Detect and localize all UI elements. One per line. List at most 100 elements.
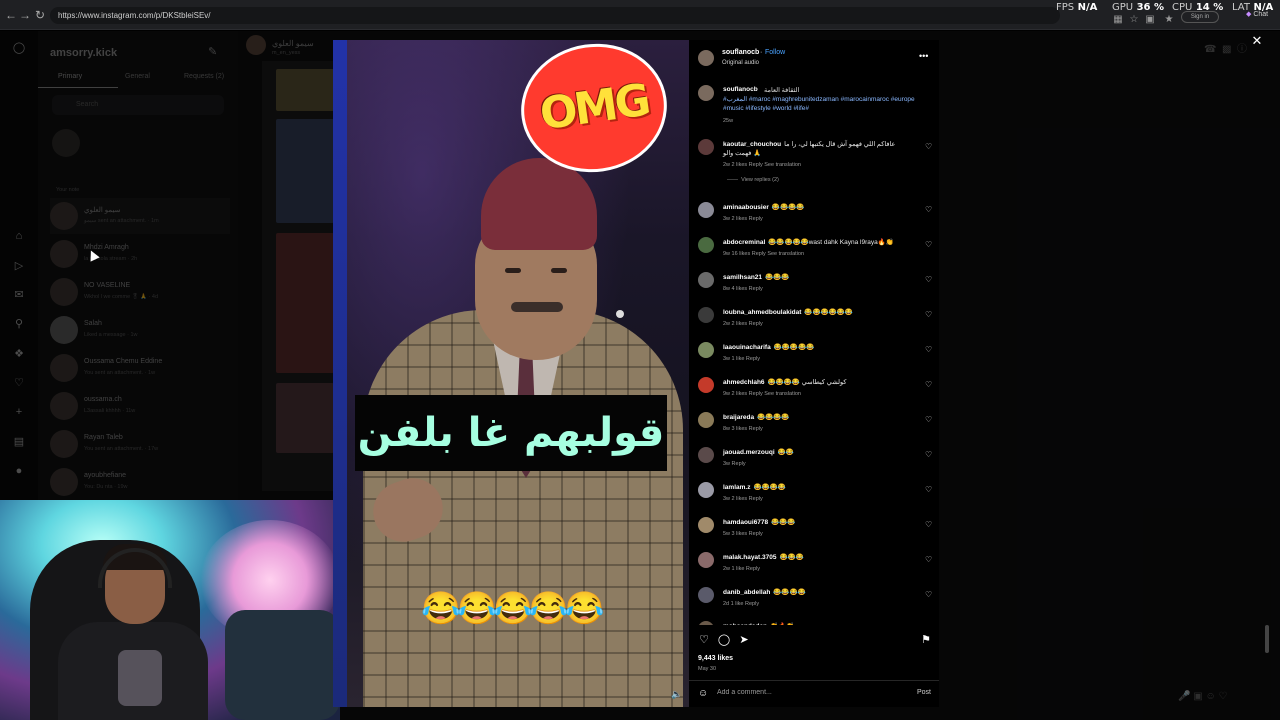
comment-username[interactable]: danib_abdellah <box>723 589 770 596</box>
comment-text: 😂😂😂😂 كولشي كيطاسي <box>767 379 847 386</box>
avatar[interactable] <box>698 552 714 568</box>
comment-username[interactable]: mohsendaden <box>723 623 767 625</box>
avatar[interactable] <box>698 412 714 428</box>
comment-meta[interactable]: 3w 2 likes Reply <box>723 216 763 222</box>
reel-video-player[interactable]: OMG قولبهم غا بلفن 😂😂😂😂😂 🔈 <box>333 40 689 707</box>
forward-arrow-icon[interactable]: → <box>18 8 32 22</box>
comment-meta[interactable]: 5w 3 likes Reply <box>723 531 763 537</box>
likes-count[interactable]: 9,443 likes <box>698 655 733 662</box>
comment-meta[interactable]: 8w 3 likes Reply <box>723 426 763 432</box>
extensions-icon[interactable]: ▦ <box>1112 14 1124 26</box>
comment-meta[interactable]: 2w 1 like Reply <box>723 566 760 572</box>
share-send-icon[interactable]: ➤ <box>737 633 751 647</box>
caption-age: 25w <box>723 118 734 124</box>
comment-username[interactable]: jaouad.merzouqi <box>723 449 775 456</box>
streamer-webcam-feed <box>0 500 340 720</box>
comment-username[interactable]: malak.hayat.3705 <box>723 554 776 561</box>
author-avatar[interactable] <box>698 50 714 66</box>
caption-author[interactable]: souflanocb <box>723 86 758 93</box>
comment-username[interactable]: laaouinacharifa <box>723 344 771 351</box>
reload-icon[interactable]: ↻ <box>33 8 47 22</box>
comment-meta[interactable]: 9w 2 likes Reply See translation <box>723 391 801 397</box>
comment-item: lamlam.z 😂😂😂😂 3w 2 likes Reply ♡ <box>689 479 939 513</box>
avatar[interactable] <box>698 139 714 155</box>
browser-toolbar: ← → ↻ https://www.instagram.com/p/DKStbl… <box>0 0 1280 30</box>
comments-list[interactable]: souflanocb الثقافة العامة #المغرب #maroc… <box>689 80 939 625</box>
chat-button[interactable]: ◆ Chat <box>1246 10 1276 22</box>
lapel-mic <box>616 310 624 318</box>
avatar[interactable] <box>698 202 714 218</box>
like-heart-icon[interactable]: ♡ <box>925 380 932 389</box>
like-heart-icon[interactable]: ♡ <box>925 555 932 564</box>
comment-username[interactable]: kaoutar_chouchou <box>723 141 781 148</box>
avatar[interactable] <box>698 517 714 533</box>
comment-username[interactable]: hamdaoui6778 <box>723 519 768 526</box>
post-comment-button[interactable]: Post <box>917 689 931 696</box>
comment-username[interactable]: aminaabousier <box>723 204 769 211</box>
like-heart-icon[interactable]: ♡ <box>925 624 932 625</box>
comment-item: laaouinacharifa 😂😂😂😂😂 3w 1 like Reply ♡ <box>689 339 939 373</box>
comment-username[interactable]: loubna_ahmedboulakidat <box>723 309 801 316</box>
like-heart-icon[interactable]: ♡ <box>925 590 932 599</box>
comment-meta[interactable]: 2w 2 likes Reply <box>723 321 763 327</box>
avatar[interactable] <box>698 237 714 253</box>
comment-username[interactable]: ahmedchlah6 <box>723 379 765 386</box>
comment-username[interactable]: samilhsan21 <box>723 274 762 281</box>
like-heart-icon[interactable]: ♡ <box>925 345 932 354</box>
emoji-smiley-icon[interactable]: ☺ <box>698 688 708 699</box>
post-actions: ♡ ◯ ➤ ⚑ <box>689 630 939 650</box>
like-heart-icon[interactable]: ♡ <box>925 415 932 424</box>
avatar[interactable] <box>698 621 714 625</box>
speaker-icon[interactable]: 🔈 <box>671 688 683 700</box>
comment-bubble-icon[interactable]: ◯ <box>717 633 731 647</box>
avatar[interactable] <box>698 587 714 603</box>
like-heart-icon[interactable]: ♡ <box>925 450 932 459</box>
comment-username[interactable]: lamlam.z <box>723 484 750 491</box>
like-heart-icon[interactable]: ♡ <box>925 485 932 494</box>
like-heart-icon[interactable]: ♡ <box>925 142 932 151</box>
more-options-icon[interactable]: ••• <box>919 51 928 61</box>
comment-username[interactable]: abdocreminal <box>723 239 765 246</box>
scrollbar[interactable] <box>1265 625 1269 653</box>
sign-in-button[interactable]: Sign in <box>1181 11 1219 23</box>
url-bar[interactable]: https://www.instagram.com/p/DKStbleiSEv/ <box>50 7 1060 24</box>
avatar[interactable] <box>698 272 714 288</box>
avatar[interactable] <box>698 447 714 463</box>
collections-icon[interactable]: ▣ <box>1144 14 1156 26</box>
comment-meta[interactable]: 8w 4 likes Reply <box>723 286 763 292</box>
follow-button[interactable]: Follow <box>765 49 785 56</box>
post-author[interactable]: souflanocb <box>722 49 759 56</box>
avatar[interactable] <box>698 482 714 498</box>
back-arrow-icon[interactable]: ← <box>4 8 18 22</box>
view-replies-button[interactable]: —— View replies (2) <box>727 177 779 183</box>
favorites-icon[interactable]: ★ <box>1163 14 1175 26</box>
avatar[interactable] <box>698 307 714 323</box>
comment-username[interactable]: braijareda <box>723 414 754 421</box>
original-audio-link[interactable]: Original audio <box>722 60 759 66</box>
comment-meta[interactable]: 2w 2 likes Reply See translation <box>723 162 801 168</box>
comment-meta[interactable]: 3w 2 likes Reply <box>723 496 763 502</box>
bookmark-star-icon[interactable]: ☆ <box>1128 14 1140 26</box>
like-heart-icon[interactable]: ♡ <box>925 205 932 214</box>
comment-meta[interactable]: 3w Reply <box>723 461 746 467</box>
comment-meta[interactable]: 9w 16 likes Reply See translation <box>723 251 804 257</box>
like-heart-icon[interactable]: ♡ <box>925 520 932 529</box>
close-icon[interactable]: ✕ <box>1251 34 1263 47</box>
video-caption-box: قولبهم غا بلفن <box>355 395 667 471</box>
stage-backdrop <box>333 40 347 707</box>
avatar[interactable] <box>698 377 714 393</box>
like-heart-icon[interactable]: ♡ <box>925 310 932 319</box>
comment-input[interactable] <box>717 689 897 696</box>
like-heart-icon[interactable]: ♡ <box>697 633 711 647</box>
comment-text: 😂😂😂😂 <box>773 589 806 596</box>
comment-item: abdocreminal 😂😂😂😂😂wast dahk Kayna l9raya🔥… <box>689 234 939 268</box>
caption-hashtags[interactable]: #المغرب #maroc #maghrebunitedzaman #maro… <box>723 95 923 113</box>
avatar[interactable] <box>698 342 714 358</box>
save-bookmark-icon[interactable]: ⚑ <box>919 633 933 647</box>
caption-avatar[interactable] <box>698 85 714 101</box>
comment-meta[interactable]: 3w 1 like Reply <box>723 356 760 362</box>
like-heart-icon[interactable]: ♡ <box>925 240 932 249</box>
comment-meta[interactable]: 2d 1 like Reply <box>723 601 759 607</box>
like-heart-icon[interactable]: ♡ <box>925 275 932 284</box>
add-comment-bar: ☺ Post <box>689 680 939 707</box>
